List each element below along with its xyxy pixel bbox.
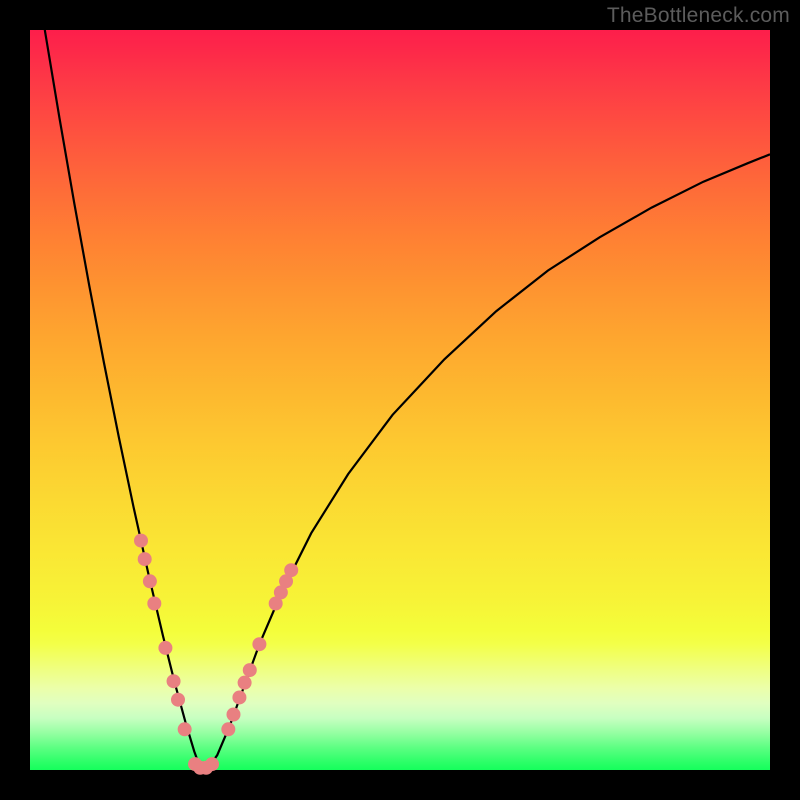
data-point xyxy=(147,597,161,611)
data-point xyxy=(178,722,192,736)
data-point xyxy=(252,637,266,651)
watermark-text: TheBottleneck.com xyxy=(607,4,790,28)
data-point xyxy=(138,552,152,566)
chart-frame: TheBottleneck.com xyxy=(0,0,800,800)
plot-area xyxy=(30,30,770,770)
data-point xyxy=(143,574,157,588)
data-point xyxy=(134,534,148,548)
data-point xyxy=(171,693,185,707)
data-point xyxy=(205,757,219,771)
data-point xyxy=(238,676,252,690)
data-point xyxy=(227,708,241,722)
bottleneck-curve xyxy=(45,30,770,769)
curve-svg xyxy=(30,30,770,770)
data-point xyxy=(284,563,298,577)
data-point xyxy=(167,674,181,688)
data-point xyxy=(243,663,257,677)
data-point xyxy=(221,722,235,736)
curve-markers xyxy=(134,534,298,775)
data-point xyxy=(232,690,246,704)
data-point xyxy=(158,641,172,655)
